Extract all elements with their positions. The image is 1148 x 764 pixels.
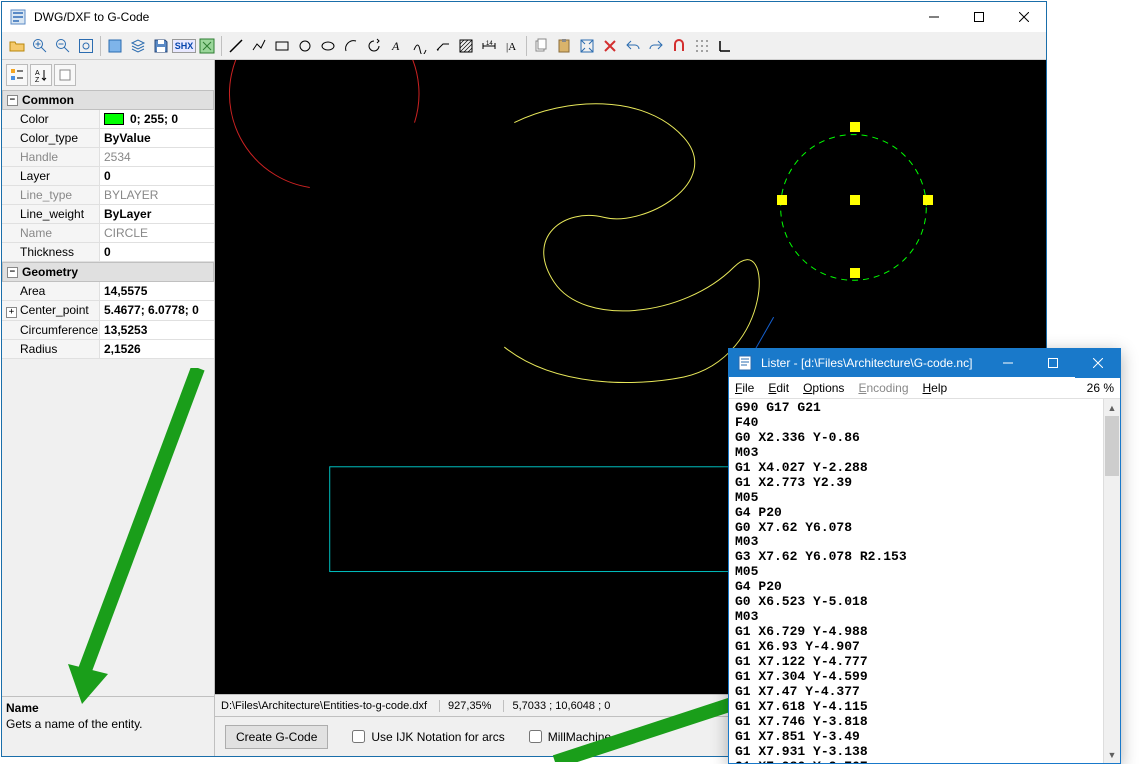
menu-help[interactable]: Help [923,381,948,395]
prop-row-name: NameCIRCLE [2,224,214,243]
dimension-tool-icon[interactable]: 14 [478,35,500,57]
prop-row-circumference: Circumference13,5253 [2,321,214,340]
lister-titlebar: Lister - [d:\Files\Architecture\G-code.n… [729,349,1120,377]
prop-group-common[interactable]: −Common [2,90,214,110]
extent-icon[interactable] [576,35,598,57]
status-zoom: 927,35% [439,700,499,712]
prop-pages-icon[interactable] [54,64,76,86]
ijk-checkbox[interactable]: Use IJK Notation for arcs [352,730,504,744]
grip[interactable] [851,123,859,131]
layers-icon[interactable] [127,35,149,57]
prop-row-handle: Handle2534 [2,148,214,167]
grip[interactable] [851,196,859,204]
prop-group-geometry[interactable]: −Geometry [2,262,214,282]
zoom-out-icon[interactable] [52,35,74,57]
open-file-icon[interactable] [6,35,28,57]
menu-edit[interactable]: Edit [768,381,789,395]
hatch-tool-icon[interactable] [455,35,477,57]
grid-icon[interactable] [691,35,713,57]
scroll-down-icon[interactable]: ▼ [1104,746,1120,763]
prop-row-color-type: Color_typeByValue [2,129,214,148]
titlebar: DWG/DXF to G-Code [2,2,1046,32]
help-title: Name [6,701,210,715]
prop-row-thickness: Thickness0 [2,243,214,262]
lister-content[interactable]: G90 G17 G21 F40 G0 X2.336 Y-0.86 M03 G1 … [729,399,1120,763]
shx-button[interactable]: SHX [173,35,195,57]
maximize-button[interactable] [956,2,1001,32]
lister-percent: 26 % [1087,381,1114,395]
prop-row-linetype: Line_typeBYLAYER [2,186,214,205]
prop-row-layer: Layer0 [2,167,214,186]
lister-maximize-button[interactable] [1030,348,1075,378]
properties-panel: AZ −Common Color0; 255; 0 Color_typeByVa… [2,60,215,756]
zoom-fit-icon[interactable] [75,35,97,57]
menu-options[interactable]: Options [803,381,844,395]
undo-icon[interactable] [622,35,644,57]
app-icon [10,9,26,25]
help-desc: Gets a name of the entity. [6,717,210,731]
menu-encoding[interactable]: Encoding [858,381,908,395]
line-tool-icon[interactable] [225,35,247,57]
paste-icon[interactable] [553,35,575,57]
prop-row-area: Area14,5575 [2,282,214,301]
status-coords: 5,7033 ; 10,6048 ; 0 [503,700,618,712]
lister-window: Lister - [d:\Files\Architecture\G-code.n… [728,348,1121,764]
grip[interactable] [778,196,786,204]
snap-icon[interactable] [668,35,690,57]
minimize-button[interactable] [911,2,956,32]
delete-icon[interactable] [599,35,621,57]
property-help-panel: Name Gets a name of the entity. [2,696,214,756]
polyline-tool-icon[interactable] [248,35,270,57]
copy-icon[interactable] [530,35,552,57]
ortho-icon[interactable] [714,35,736,57]
lister-menubar: File Edit Options Encoding Help 26 % [729,377,1120,399]
close-button[interactable] [1001,2,1046,32]
svg-text:A: A [391,39,400,53]
lister-app-icon [737,355,753,371]
categorized-icon[interactable] [6,64,28,86]
redo-icon[interactable] [645,35,667,57]
prop-row-lineweight: Line_weightByLayer [2,205,214,224]
prop-row-color: Color0; 255; 0 [2,110,214,129]
settings-icon[interactable] [196,35,218,57]
lister-minimize-button[interactable] [985,348,1030,378]
prop-row-radius: Radius2,1526 [2,340,214,359]
mtext-tool-icon[interactable]: |A [501,35,523,57]
svg-text:14: 14 [486,41,493,47]
arc-tool-icon[interactable] [340,35,362,57]
status-path: D:\Files\Architecture\Entities-to-g-code… [221,700,435,712]
svg-text:A: A [35,70,40,77]
alphabetical-icon[interactable]: AZ [30,64,52,86]
color-swatch [104,113,124,125]
rotate-tool-icon[interactable] [363,35,385,57]
scroll-up-icon[interactable]: ▲ [1104,399,1120,416]
menu-file[interactable]: File [735,381,754,395]
lister-title: Lister - [d:\Files\Architecture\G-code.n… [761,356,985,370]
prop-row-center: +Center_point5.4677; 6.0778; 0 [2,301,214,321]
spline-tool-icon[interactable] [409,35,431,57]
zoom-in-icon[interactable] [29,35,51,57]
svg-text:Z: Z [35,77,40,82]
grip[interactable] [924,196,932,204]
svg-text:|A: |A [506,41,516,53]
select-icon[interactable] [104,35,126,57]
save-icon[interactable] [150,35,172,57]
create-gcode-button[interactable]: Create G-Code [225,725,328,749]
lister-close-button[interactable] [1075,348,1120,378]
rect-tool-icon[interactable] [271,35,293,57]
circle-tool-icon[interactable] [294,35,316,57]
scrollbar[interactable]: ▲ ▼ [1103,399,1120,763]
scroll-thumb[interactable] [1105,416,1119,476]
ellipse-tool-icon[interactable] [317,35,339,57]
leader-tool-icon[interactable] [432,35,454,57]
text-tool-icon[interactable]: A [386,35,408,57]
toolbar: SHX A 14 |A [2,32,1046,60]
window-title: DWG/DXF to G-Code [34,10,911,24]
millmachine-checkbox[interactable]: MillMachine [529,730,611,744]
grip[interactable] [851,269,859,277]
